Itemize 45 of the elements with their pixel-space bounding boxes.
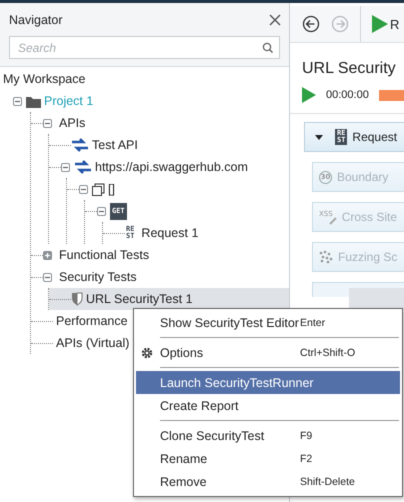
tree-item[interactable]: Performance — [53, 314, 128, 328]
tree-item[interactable]: Test API — [89, 138, 138, 152]
back-button[interactable] — [302, 15, 320, 33]
folder-icon — [26, 94, 41, 108]
tree-item[interactable]: Request 1 — [138, 226, 198, 240]
play-icon[interactable] — [372, 15, 388, 33]
panel-title: Navigator — [9, 13, 62, 27]
tree-item[interactable]: APIs — [56, 116, 86, 130]
collapse-icon[interactable] — [13, 96, 22, 106]
shield-icon — [71, 292, 83, 306]
gear-icon — [140, 346, 154, 360]
collapse-icon[interactable] — [79, 184, 88, 194]
arrows-icon — [74, 160, 92, 174]
tree-item[interactable]: URL SecurityTest 1 — [83, 292, 193, 306]
timer: 00:00:00 — [326, 89, 369, 101]
menu-item[interactable]: Show SecurityTest EditorEnter — [136, 311, 400, 334]
menu-item[interactable]: Clone SecurityTest F9 — [136, 424, 400, 447]
collapse-icon[interactable] — [43, 272, 52, 282]
editor-title: URL Security — [301, 59, 397, 78]
run-button[interactable]: R — [390, 16, 400, 32]
copy-icon — [92, 182, 105, 196]
pen-icon — [328, 215, 337, 225]
dots-icon — [319, 250, 333, 264]
collapse-icon[interactable] — [97, 206, 106, 216]
collapse-icon[interactable] — [43, 118, 52, 128]
tree-item[interactable]: https://api.swaggerhub.com — [92, 160, 248, 174]
close-icon[interactable] — [269, 14, 281, 26]
tree-item[interactable]: Security Tests — [56, 270, 137, 284]
menu-item[interactable]: Rename F2 — [136, 447, 400, 470]
collapse-icon[interactable] — [61, 162, 70, 172]
tree-item[interactable]: [] — [105, 182, 115, 196]
play-icon[interactable] — [302, 87, 316, 103]
menu-item[interactable]: Remove Shift-Delete — [136, 470, 400, 493]
caret-icon[interactable] — [315, 134, 323, 140]
arrows-icon — [71, 138, 89, 152]
search-icon — [262, 42, 273, 53]
tree-item[interactable]: APIs (Virtual) — [53, 336, 130, 350]
expand-icon[interactable] — [43, 250, 52, 260]
menu-item[interactable]: Create Report — [136, 394, 400, 417]
menu-item[interactable]: Options Ctrl+Shift-O — [136, 341, 400, 364]
tree-item[interactable]: Functional Tests — [56, 248, 150, 262]
tree-item[interactable]: My Workspace — [0, 72, 86, 86]
menu-item[interactable]: Launch SecurityTestRunner — [136, 371, 400, 394]
selected-row[interactable]: URL SecurityTest 1 — [49, 288, 289, 310]
search-field[interactable]: Search — [9, 36, 280, 59]
